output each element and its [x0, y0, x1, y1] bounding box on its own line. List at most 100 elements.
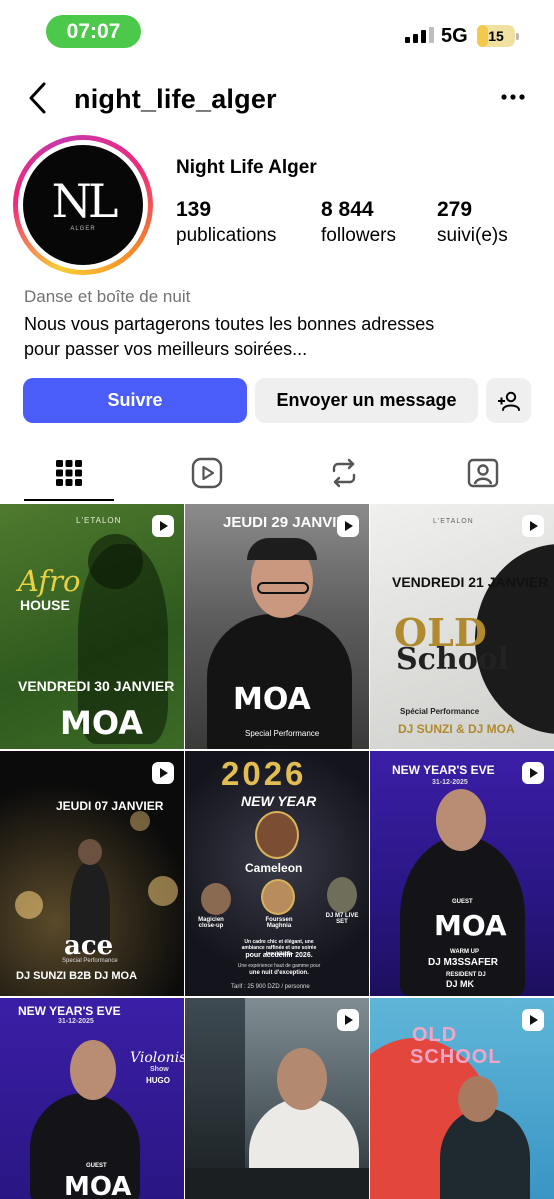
avatar-logo: NL: [51, 174, 119, 228]
post-text: NEW YEAR'S EVE: [18, 1004, 121, 1018]
brand-label: L'ETALON: [433, 518, 474, 525]
post-text: MOA: [233, 682, 311, 717]
stat-label: suivi(e)s: [437, 225, 508, 246]
post-text: Cameleon: [245, 861, 303, 875]
stat-value: 139: [176, 198, 212, 221]
post-text: DJ M3SSAFER: [428, 957, 499, 968]
post-tile[interactable]: 2026 NEW YEAR Cameleon Magicien close-up…: [185, 751, 369, 996]
post-text: School: [396, 642, 510, 677]
post-text: VENDREDI 21 JANVIER: [392, 574, 549, 590]
stat-followers[interactable]: 8 844 followers: [321, 198, 396, 247]
tab-tagged[interactable]: [438, 448, 528, 498]
reel-icon: [152, 762, 174, 784]
battery-level: 15: [488, 28, 504, 44]
post-text: GUEST: [86, 1163, 107, 1169]
header-username: night_life_alger: [74, 84, 277, 114]
post-text: Spécial Performance: [400, 707, 480, 716]
post-tile[interactable]: OLD SCHOOL: [370, 998, 554, 1199]
reels-icon: [191, 457, 223, 489]
post-text: Fourssen Maghnia: [265, 917, 293, 929]
reel-icon: [337, 1009, 359, 1031]
post-text: Special Performance: [245, 729, 320, 738]
post-tile[interactable]: L'ETALON VENDREDI 21 JANVIER OLD School …: [370, 504, 554, 749]
active-tab-indicator: [24, 499, 114, 501]
grid-icon: [56, 460, 82, 486]
chevron-left-icon[interactable]: [24, 80, 54, 116]
tab-grid[interactable]: [24, 448, 114, 498]
stat-value: 8 844: [321, 198, 374, 221]
reel-icon: [522, 762, 544, 784]
post-tile[interactable]: JEUDI 29 JANVIER MOA Special Performance: [185, 504, 369, 749]
post-text: WARM UP: [450, 949, 479, 955]
post-text: DJ SUNZI B2B DJ MOA: [16, 970, 138, 982]
post-tile[interactable]: JEUDI 07 JANVIER ace Special Performance…: [0, 751, 184, 996]
post-text: 31-12-2025: [58, 1018, 94, 1025]
post-text: GUEST: [452, 899, 473, 905]
stat-label: publications: [176, 225, 277, 246]
post-text: VENDREDI 30 JANVIER: [18, 678, 175, 694]
post-text: ace: [64, 931, 114, 961]
stat-following[interactable]: 279 suivi(e)s: [437, 198, 508, 247]
post-text: DJ M7 LIVE SET: [325, 913, 359, 925]
battery-icon: 15: [477, 25, 519, 47]
post-text: Afro: [18, 564, 81, 598]
tagged-icon: [467, 458, 499, 488]
post-text: Une expérience haut de gamme pour: [237, 963, 321, 969]
post-text: pour accueillir 2026.: [245, 952, 313, 959]
reel-icon: [337, 515, 359, 537]
signal-icon: [405, 27, 434, 43]
reel-icon: [152, 515, 174, 537]
add-person-icon: [497, 391, 520, 411]
post-text: JEUDI 07 JANVIER: [56, 799, 164, 813]
network-type: 5G: [441, 25, 468, 47]
post-text: DJ MK: [446, 979, 475, 989]
post-text: 31-12-2025: [432, 779, 468, 786]
post-tile[interactable]: L'ETALON Afro HOUSE VENDREDI 30 JANVIER …: [0, 504, 184, 749]
profile-tabs: [0, 448, 554, 502]
post-text: DJ SUNZI & DJ MOA: [398, 722, 515, 736]
display-name: Night Life Alger: [176, 157, 317, 178]
post-text: HUGO: [146, 1076, 170, 1085]
reel-icon: [522, 1009, 544, 1031]
more-horizontal-icon[interactable]: [500, 84, 526, 117]
tab-reposts[interactable]: [299, 448, 389, 498]
post-text: RESIDENT DJ: [446, 972, 486, 978]
post-text: NEW YEAR: [241, 793, 317, 809]
post-text: SCHOOL: [410, 1046, 502, 1068]
stat-posts[interactable]: 139 publications: [176, 198, 276, 247]
post-text: Special Performance: [62, 958, 118, 964]
story-ring[interactable]: NL ALGER: [13, 135, 153, 275]
add-person-button[interactable]: [486, 378, 531, 423]
stat-label: followers: [321, 225, 396, 246]
status-bar: 07:07 5G 15: [0, 0, 554, 64]
reel-icon: [522, 515, 544, 537]
post-tile[interactable]: NEW YEAR'S EVE 31-12-2025 Violoniste Sho…: [0, 998, 184, 1199]
post-text: Tarif : 25 900 DZD / personne: [231, 984, 310, 990]
stat-value: 279: [437, 198, 473, 221]
post-text: Show: [150, 1066, 169, 1073]
post-tile[interactable]: NEW YEAR'S EVE 31-12-2025 GUEST MOA WARM…: [370, 751, 554, 996]
post-text: MOA: [60, 704, 143, 742]
profile-category: Danse et boîte de nuit: [24, 287, 191, 306]
status-time[interactable]: 07:07: [46, 15, 141, 48]
bio-line: pour passer vos meilleurs soirées...: [24, 339, 308, 359]
post-text: Magicien close-up: [198, 917, 224, 929]
post-tile[interactable]: [185, 998, 369, 1199]
profile-bio: Nous vous partagerons toutes les bonnes …: [24, 312, 524, 362]
tab-reels[interactable]: [162, 448, 252, 498]
post-text: 2026: [221, 755, 307, 792]
posts-grid: L'ETALON Afro HOUSE VENDREDI 30 JANVIER …: [0, 504, 554, 1199]
repost-icon: [332, 458, 356, 488]
post-text: MOA: [64, 1172, 132, 1199]
brand-label: L'ETALON: [76, 516, 122, 525]
avatar[interactable]: NL ALGER: [23, 145, 143, 265]
follow-button[interactable]: Suivre: [23, 378, 247, 423]
post-text: MOA: [434, 909, 507, 942]
message-button[interactable]: Envoyer un message: [255, 378, 478, 423]
profile-header: night_life_alger: [0, 74, 554, 124]
post-text: OLD: [412, 1024, 458, 1046]
post-text: NEW YEAR'S EVE: [392, 763, 495, 777]
bio-line: Nous vous partagerons toutes les bonnes …: [24, 314, 435, 334]
avatar-subtext: ALGER: [70, 226, 96, 232]
post-text: HOUSE: [20, 597, 70, 613]
